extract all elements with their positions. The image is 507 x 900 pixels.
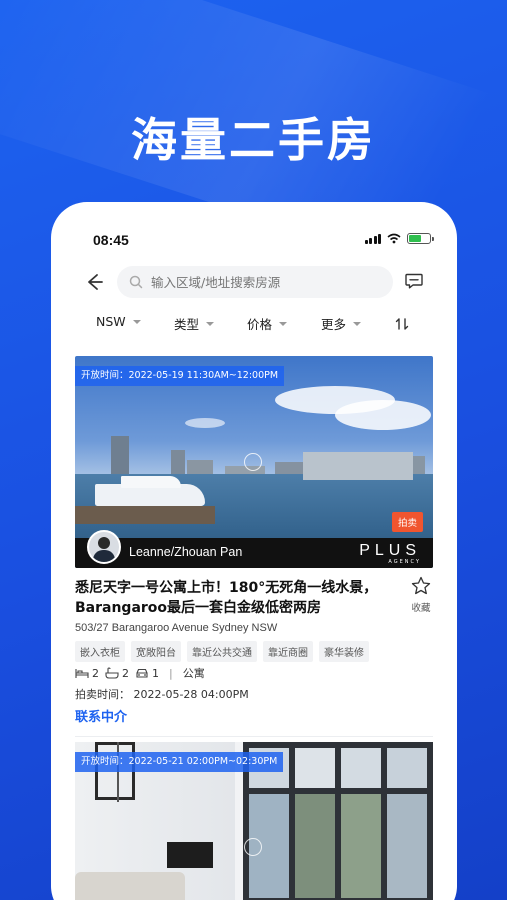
agent-avatar[interactable] bbox=[87, 530, 121, 564]
car-icon bbox=[136, 668, 148, 678]
feature-tag: 靠近公共交通 bbox=[187, 641, 257, 662]
filter-bar: NSW 类型 价格 更多 bbox=[51, 314, 457, 336]
parking-count: 1 bbox=[135, 667, 159, 680]
feature-tags: 嵌入衣柜 宽敞阳台 靠近公共交通 靠近商圈 豪华装修 bbox=[75, 641, 369, 662]
listing-card[interactable]: 开放时间：2022-05-21 02:00PM~02:30PM bbox=[75, 742, 433, 900]
search-input[interactable] bbox=[151, 274, 381, 290]
open-time-badge: 开放时间：2022-05-21 02:00PM~02:30PM bbox=[75, 752, 284, 772]
open-time-badge: 开放时间：2022-05-19 11:30AM~12:00PM bbox=[75, 366, 285, 386]
separator: | bbox=[169, 666, 173, 680]
filter-more[interactable]: 更多 bbox=[321, 314, 362, 333]
listing-address: 503/27 Barangaroo Avenue Sydney NSW bbox=[75, 622, 278, 634]
signal-icon bbox=[364, 233, 381, 244]
status-time: 08:45 bbox=[93, 232, 129, 248]
auction-badge: 拍卖 bbox=[391, 512, 423, 532]
battery-icon bbox=[407, 233, 434, 244]
filter-price-label: 价格 bbox=[247, 317, 273, 332]
property-specs: 2 2 1 | 公寓 bbox=[75, 665, 205, 681]
hero-headline: 海量二手房 bbox=[131, 113, 376, 167]
favorite-button[interactable]: 收藏 bbox=[409, 576, 433, 614]
status-icons bbox=[364, 233, 434, 244]
phone-screen: 08:45 输入区域/地址搜索房源 NSW 类型 价格 更多 开放时间：2022… bbox=[51, 202, 457, 900]
message-icon[interactable] bbox=[405, 273, 423, 289]
search-icon bbox=[129, 275, 143, 289]
feature-tag: 靠近商圈 bbox=[263, 641, 313, 662]
filter-more-label: 更多 bbox=[321, 317, 347, 332]
property-type: 公寓 bbox=[182, 667, 205, 680]
top-bar bbox=[51, 266, 457, 300]
listing-photo[interactable]: 开放时间：2022-05-21 02:00PM~02:30PM bbox=[75, 742, 433, 900]
agent-bar: Leanne/Zhouan Pan PLUS AGENCY bbox=[75, 538, 433, 568]
star-icon bbox=[411, 576, 431, 595]
agent-name: Leanne/Zhouan Pan bbox=[129, 545, 243, 559]
chevron-down-icon bbox=[279, 321, 288, 326]
listing-card[interactable]: 开放时间：2022-05-19 11:30AM~12:00PM 拍卖 Leann… bbox=[75, 356, 433, 737]
contact-agent-link[interactable]: 联系中介 bbox=[75, 706, 127, 725]
bath-icon bbox=[105, 667, 119, 679]
chevron-down-icon bbox=[206, 321, 215, 326]
filter-region-label: NSW bbox=[96, 314, 126, 329]
listing-photo[interactable]: 开放时间：2022-05-19 11:30AM~12:00PM 拍卖 Leann… bbox=[75, 356, 433, 568]
auction-time: 拍卖时间： 2022-05-28 04:00PM bbox=[75, 688, 249, 701]
video-play-icon[interactable] bbox=[244, 838, 262, 856]
wifi-icon bbox=[387, 233, 401, 244]
back-arrow-icon[interactable] bbox=[85, 271, 109, 295]
feature-tag: 宽敞阳台 bbox=[131, 641, 181, 662]
listing-title[interactable]: 悉尼天字一号公寓上市！180°无死角一线水景，Barangaroo最后一套白金级… bbox=[75, 578, 385, 618]
agency-logo: PLUS AGENCY bbox=[359, 542, 421, 565]
bedroom-count: 2 bbox=[75, 667, 99, 680]
search-bar[interactable] bbox=[117, 266, 393, 298]
filter-type[interactable]: 类型 bbox=[174, 314, 215, 333]
bed-icon bbox=[75, 669, 89, 678]
bathroom-count: 2 bbox=[105, 667, 129, 680]
favorite-label: 收藏 bbox=[411, 603, 431, 614]
filter-price[interactable]: 价格 bbox=[247, 314, 288, 333]
video-play-icon[interactable] bbox=[244, 453, 262, 471]
feature-tag: 嵌入衣柜 bbox=[75, 641, 125, 662]
sort-icon[interactable] bbox=[395, 317, 409, 331]
filter-region[interactable]: NSW bbox=[96, 314, 141, 329]
divider bbox=[75, 736, 433, 737]
chevron-down-icon bbox=[132, 319, 141, 324]
chevron-down-icon bbox=[353, 321, 362, 326]
filter-type-label: 类型 bbox=[174, 317, 200, 332]
feature-tag: 豪华装修 bbox=[319, 641, 369, 662]
status-bar: 08:45 bbox=[51, 202, 457, 264]
